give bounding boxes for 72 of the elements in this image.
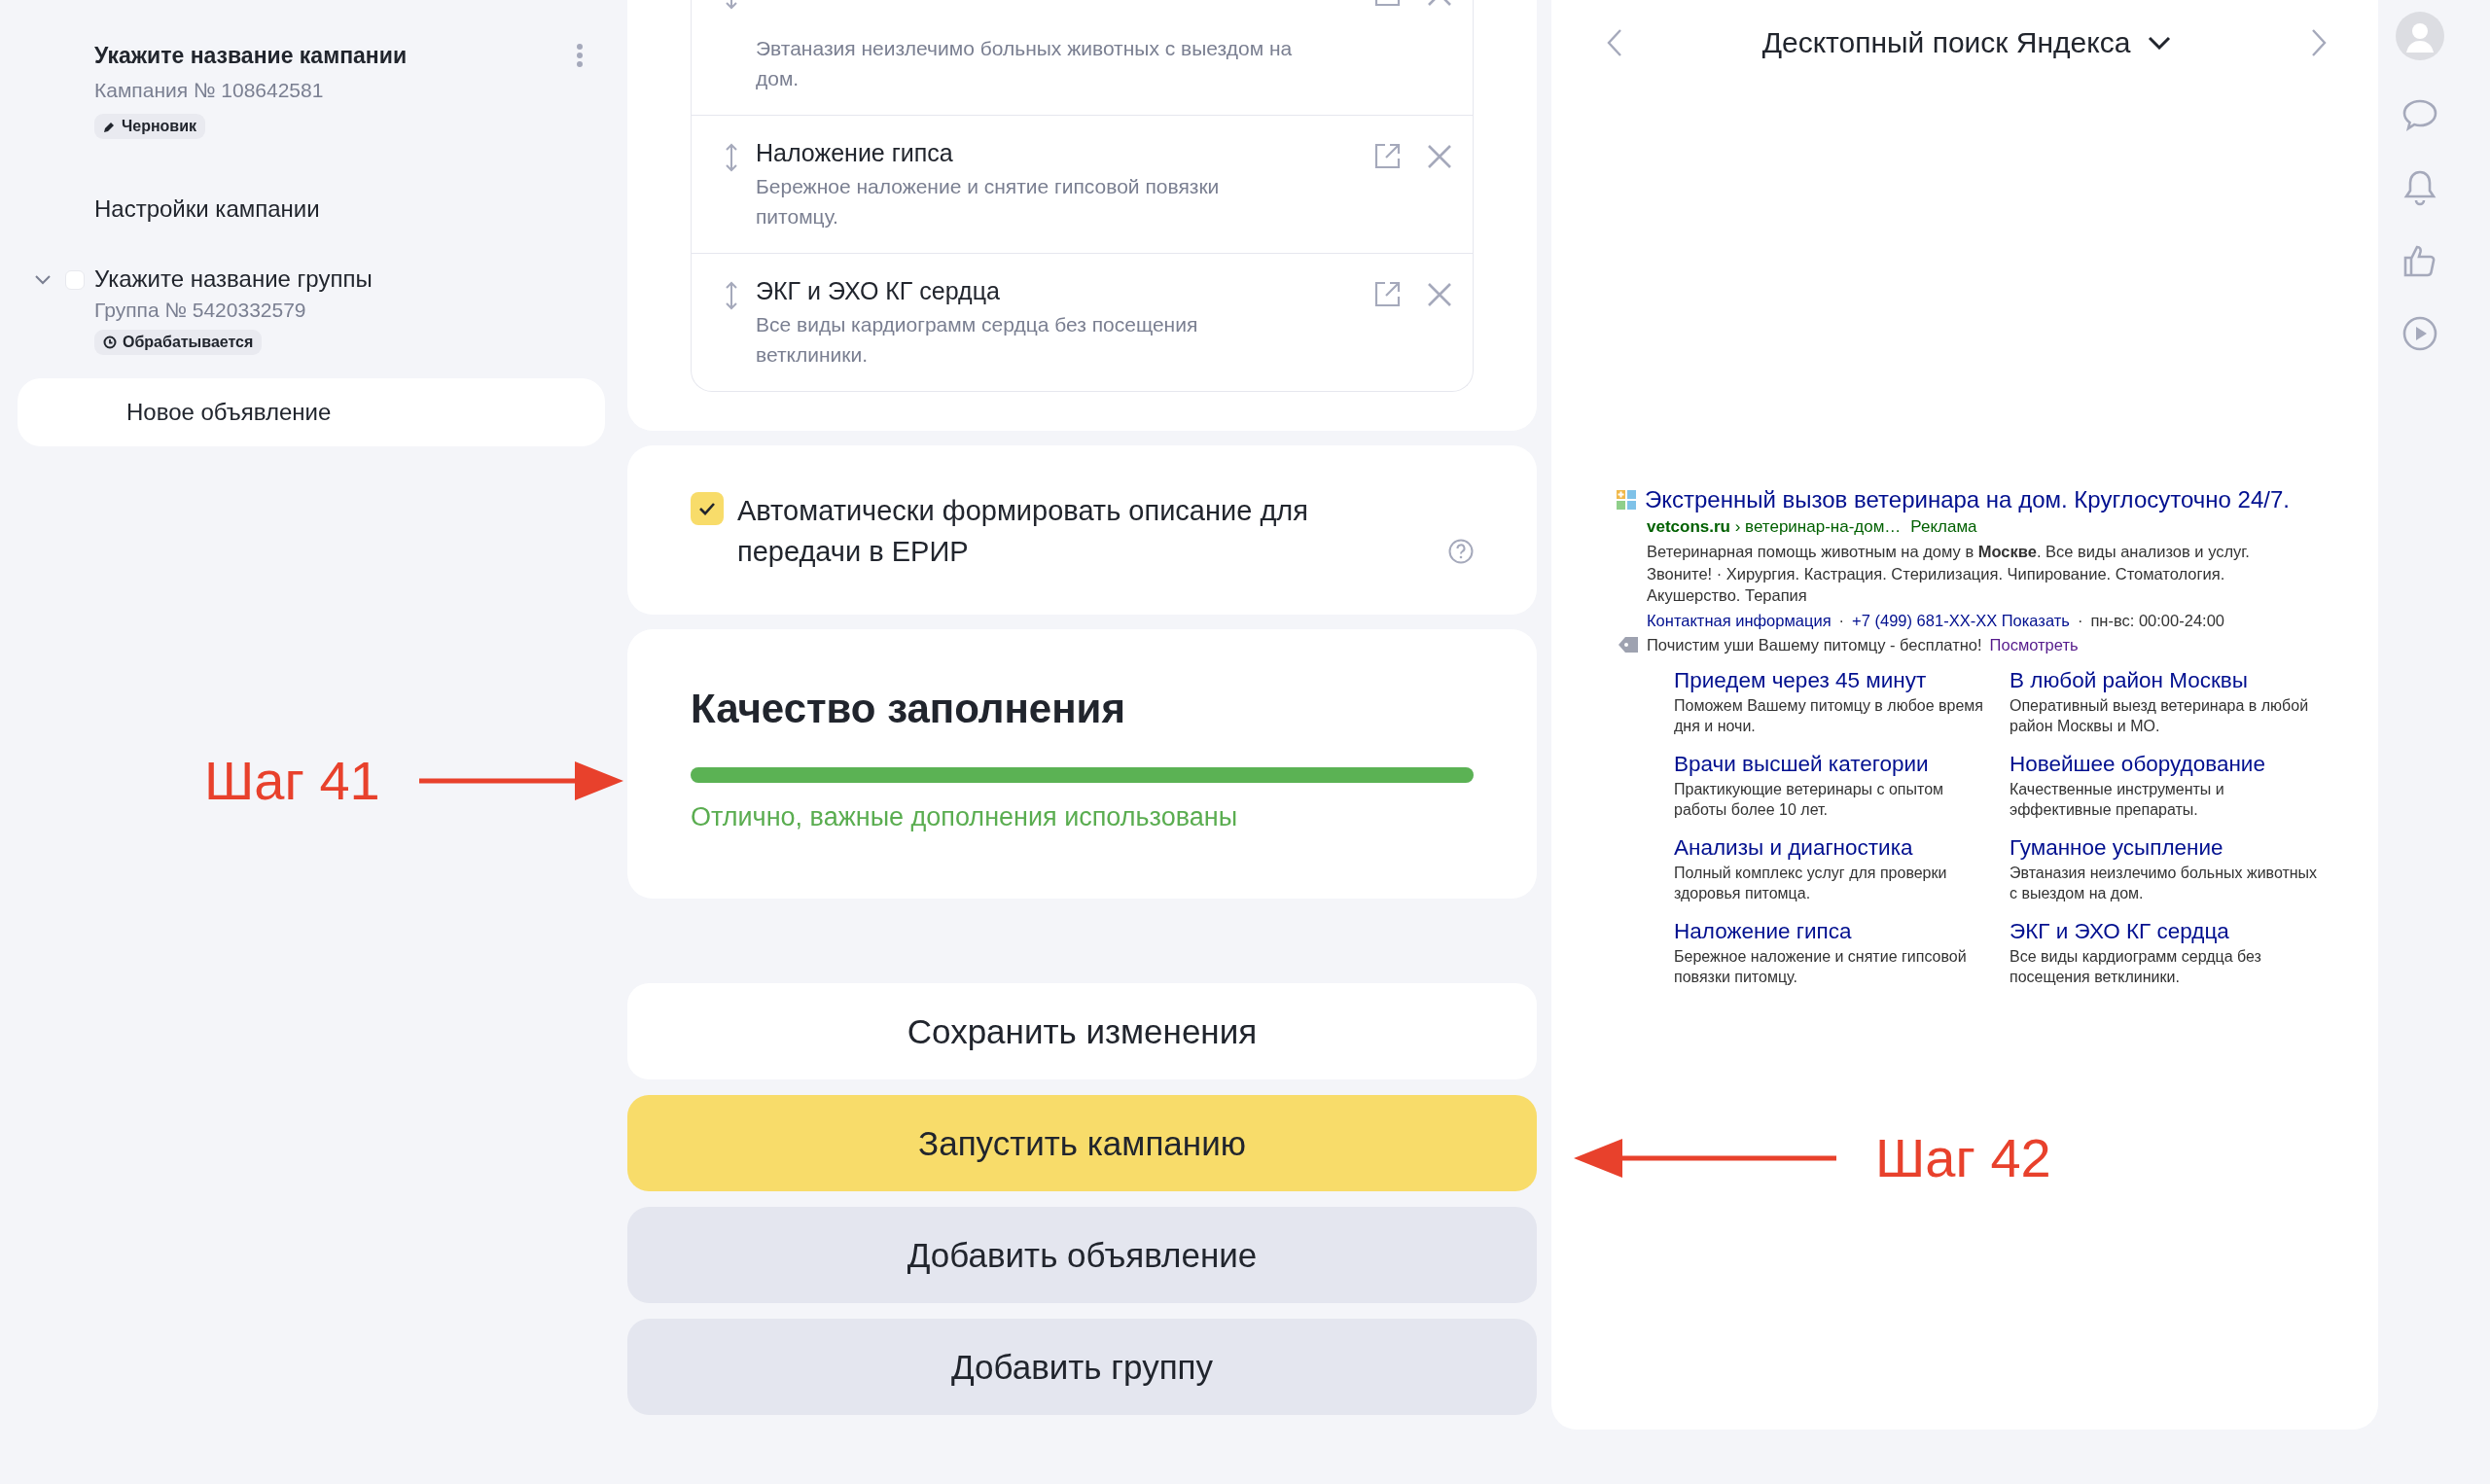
sitelink-description: Поможем Вашему питомцу в любое время дня и ночи. [1674,695,1984,736]
device-dropdown[interactable]: Десктопный поиск Яндекса [1761,26,2172,59]
sitelink-description: Практикующие ветеринары с опытом работы более 10 лет. [1674,779,1945,820]
ad-title[interactable]: Экстренный вызов ветеринара на дом. Круглосуточно 24/7. [1645,486,2290,513]
working-hours: пн-вс: 00:00-24:00 [2090,611,2224,630]
sitelink-description: Эвтаназия неизлечимо больных животных с выездом на дом. [756,36,1294,91]
group-title: Укажите название группы [94,265,373,293]
thumbs-up-icon[interactable] [2401,243,2437,278]
sitelink-title[interactable]: Приедем через 45 минут [1674,667,2010,693]
separator: · [1838,611,1845,630]
checkmark-icon [698,502,716,515]
sitelink-description: Бережное наложение и снятие гипсовой повязки питомцу. [1674,946,1968,987]
group-number: Группа № 5420332579 [94,299,307,322]
step-label: Шаг 42 [1875,1126,2051,1189]
contact-link[interactable]: Контактная информация [1647,611,1832,630]
close-icon[interactable] [1426,281,1453,308]
campaign-number: Кампания № 108642581 [94,79,325,102]
contact-link[interactable]: +7 (499) 681-XX-XX Показать [1852,611,2070,630]
sitelink-title: ЭКГ и ЭХО КГ сердца [756,277,1001,305]
chevron-right-icon[interactable] [2310,28,2328,57]
ad-path[interactable]: › ветеринар-на-дом… [1734,517,1902,536]
launch-button[interactable]: Запустить кампанию [627,1095,1537,1191]
checkbox-label: Автоматически формировать описание для передачи в ЕРИР [737,494,1309,569]
favicon-icon [1616,489,1637,511]
bell-icon[interactable] [2401,169,2437,206]
drag-handle-icon[interactable] [725,281,738,310]
sitelink-title[interactable]: Анализы и диагностика [1674,834,2010,861]
sitelink-title[interactable]: ЭКГ и ЭХО КГ сердца [2010,918,2330,944]
play-icon[interactable] [2401,315,2438,352]
step-label: Шаг 41 [204,749,380,812]
ad-label: Реклама [1910,517,1977,536]
sitelink-title[interactable]: В любой район Москвы [2010,667,2330,693]
sitelink-title[interactable]: Врачи высшей категории [1674,751,2010,777]
campaign-title: Укажите название кампании [94,43,408,69]
pencil-icon [103,120,116,133]
ad-domain[interactable]: vetcons.ru [1647,517,1730,536]
drag-handle-icon[interactable] [725,143,738,172]
clock-icon [103,336,117,349]
avatar-icon[interactable] [2395,12,2444,60]
sitelink-title[interactable]: Новейшее оборудование [2010,751,2330,777]
external-link-icon[interactable] [1373,281,1401,308]
help-icon[interactable] [1448,539,1474,564]
sitelink-title: Наложение гипса [756,139,954,167]
promo-text: Почистим уши Вашему питомцу - бесплатно! [1647,635,1982,654]
add-button[interactable]: Добавить группу [627,1319,1537,1415]
external-link-icon[interactable] [1373,143,1401,170]
checkbox[interactable] [691,492,724,525]
chat-icon[interactable] [2401,97,2437,132]
quality-message: Отлично, важные дополнения использованы [691,802,1239,832]
sitelink-description: Оперативный выезд ветеринара в любой район Москвы и МО. [2010,695,2310,736]
sitelink-title[interactable]: Гуманное усыпление [2010,834,2330,861]
sitelink-description: Эвтаназия неизлечимо больных животных с выездом на дом. [2010,863,2319,903]
more-options-icon[interactable] [576,43,584,68]
sitelink-description: Все виды кардиограмм сердца без посещения ветклиники. [2010,946,2262,987]
promo-link[interactable]: Посмотреть [1989,635,2079,654]
chevron-left-icon[interactable] [1606,28,1623,57]
close-icon[interactable] [1426,143,1453,170]
sitelink-title[interactable]: Наложение гипса [1674,918,2010,944]
sitelink-description: Все виды кардиограмм сердца без посещения ветклиники. [756,312,1199,368]
tag-icon [1618,636,1639,654]
sitelink-description: Полный комплекс услуг для проверки здоровья питомца. [1674,863,1948,903]
sitelink-description: Качественные инструменты и эффективные препараты. [2010,779,2225,820]
sitelink-description: Бережное наложение и снятие гипсовой повязки питомцу. [756,174,1221,230]
status-badge: Черновик [94,114,206,139]
status-badge: Обрабатывается [94,330,263,355]
campaign-settings-link[interactable]: Настройки кампании [94,195,320,223]
caret-icon [2148,36,2172,50]
ad-item[interactable]: Новое объявление [18,378,605,446]
quality-title: Качество заполнения [691,686,1126,732]
add-button[interactable]: Добавить объявление [627,1207,1537,1303]
save-button[interactable]: Сохранить изменения [627,983,1537,1079]
separator: · [2077,611,2083,630]
